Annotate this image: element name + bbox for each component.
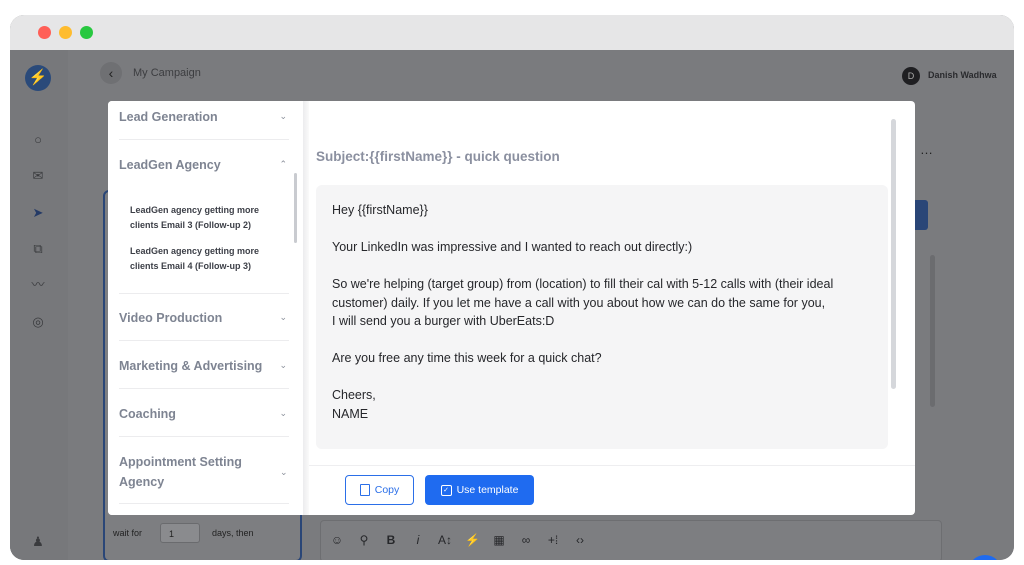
more-options-icon[interactable]: … xyxy=(920,142,933,157)
minimize-window-button[interactable] xyxy=(59,26,72,39)
wait-label: wait for xyxy=(113,528,143,538)
template-library-modal: Lead Generation ⌄ LeadGen Agency ⌃ LeadG… xyxy=(108,101,915,515)
editor-scrollbar[interactable] xyxy=(930,255,935,407)
category-marketing-advertising[interactable]: Marketing & Advertising ⌄ xyxy=(119,356,289,376)
copy-button[interactable]: Copy xyxy=(345,475,414,505)
sidebar-scrollbar[interactable] xyxy=(294,173,297,243)
italic-icon[interactable]: i xyxy=(411,533,425,549)
category-video-production[interactable]: Video Production ⌄ xyxy=(119,308,289,328)
lock-icon[interactable]: ♟ xyxy=(30,534,46,550)
insert-variable-icon[interactable]: +⁞ xyxy=(546,533,560,549)
breadcrumb[interactable]: My Campaign xyxy=(133,67,201,79)
checkbox-icon: ✓ xyxy=(440,484,452,496)
close-window-button[interactable] xyxy=(38,26,51,39)
mail-icon[interactable]: ✉ xyxy=(30,168,46,184)
lightning-logo-icon[interactable]: ⚡ xyxy=(25,65,51,91)
avatar: D xyxy=(902,67,920,85)
chevron-up-icon: ⌃ xyxy=(279,159,287,169)
body-paragraph: Your LinkedIn was impressive and I wante… xyxy=(332,240,693,254)
use-template-label: Use template xyxy=(456,484,519,496)
user-circle-icon[interactable]: ◎ xyxy=(30,314,46,330)
wait-days-input[interactable]: 1 xyxy=(160,523,200,543)
link-icon[interactable]: ∞ xyxy=(519,533,533,549)
back-button[interactable]: ‹ xyxy=(100,62,122,84)
category-coaching[interactable]: Coaching ⌄ xyxy=(119,404,289,424)
category-label: Marketing & Advertising xyxy=(119,359,263,373)
category-lead-generation[interactable]: Lead Generation ⌄ xyxy=(119,107,289,127)
user-name: Danish Wadhwa xyxy=(928,70,997,80)
divider xyxy=(119,503,289,504)
divider xyxy=(309,465,915,466)
template-icon[interactable]: ▦ xyxy=(492,533,506,549)
chevron-down-icon: ⌄ xyxy=(280,467,288,477)
chevron-down-icon: ⌄ xyxy=(279,111,287,121)
category-label: LeadGen Agency xyxy=(119,158,221,172)
template-item[interactable]: LeadGen agency getting more clients Emai… xyxy=(130,203,290,233)
copy-icon xyxy=(359,484,370,496)
editor-toolbar: ☺ ⚲ B i A↕ ⚡ ▦ ∞ +⁞ ‹› xyxy=(330,533,587,549)
body-paragraph: Hey {{firstName}} xyxy=(332,203,428,217)
lightning-icon[interactable]: ⚡ xyxy=(465,533,480,549)
font-size-icon[interactable]: A↕ xyxy=(438,533,452,549)
template-preview: Subject:{{firstName}} - quick question H… xyxy=(309,101,915,515)
template-item[interactable]: LeadGen agency getting more clients Emai… xyxy=(130,244,290,274)
email-body: Hey {{firstName}} Your LinkedIn was impr… xyxy=(316,185,888,449)
divider xyxy=(119,340,289,341)
body-paragraph: Cheers, NAME xyxy=(332,388,376,421)
copy-label: Copy xyxy=(374,484,400,496)
maximize-window-button[interactable] xyxy=(80,26,93,39)
divider xyxy=(119,293,289,294)
template-category-list: Lead Generation ⌄ LeadGen Agency ⌃ LeadG… xyxy=(108,101,303,515)
search-icon[interactable]: ○ xyxy=(30,132,46,148)
left-nav-rail: ⚡ ○ ✉ ➤ ⧉ 〰 ◎ ♟ xyxy=(10,50,68,560)
code-icon[interactable]: ‹› xyxy=(573,533,587,549)
brush-icon[interactable]: ⚲ xyxy=(357,533,371,549)
divider xyxy=(119,139,289,140)
body-fade xyxy=(316,427,888,449)
category-label: Appointment Setting Agency xyxy=(119,455,242,489)
trend-icon[interactable]: 〰 xyxy=(30,277,46,293)
copy-icon[interactable]: ⧉ xyxy=(30,241,46,257)
days-label: days, then xyxy=(212,528,254,538)
body-paragraph: Are you free any time this week for a qu… xyxy=(332,351,602,365)
preview-scrollbar[interactable] xyxy=(891,119,896,389)
title-bar xyxy=(10,15,1014,50)
category-label: Video Production xyxy=(119,311,223,325)
category-label: Lead Generation xyxy=(119,110,218,124)
divider xyxy=(119,436,289,437)
category-appointment-setting[interactable]: Appointment Setting Agency xyxy=(119,452,244,492)
body-paragraph: So we're helping (target group) from (lo… xyxy=(332,277,834,328)
emoji-icon[interactable]: ☺ xyxy=(330,533,344,549)
category-leadgen-agency[interactable]: LeadGen Agency ⌃ xyxy=(119,155,289,175)
bold-icon[interactable]: B xyxy=(384,533,398,549)
chevron-down-icon: ⌄ xyxy=(279,312,287,322)
send-icon[interactable]: ➤ xyxy=(30,205,46,221)
divider xyxy=(119,388,289,389)
category-label: Coaching xyxy=(119,407,176,421)
chevron-down-icon: ⌄ xyxy=(279,408,287,418)
email-subject: Subject:{{firstName}} - quick question xyxy=(316,149,560,164)
chevron-down-icon: ⌄ xyxy=(279,360,287,370)
chat-support-button[interactable]: ▭ xyxy=(968,555,1002,560)
use-template-button[interactable]: ✓ Use template xyxy=(425,475,534,505)
